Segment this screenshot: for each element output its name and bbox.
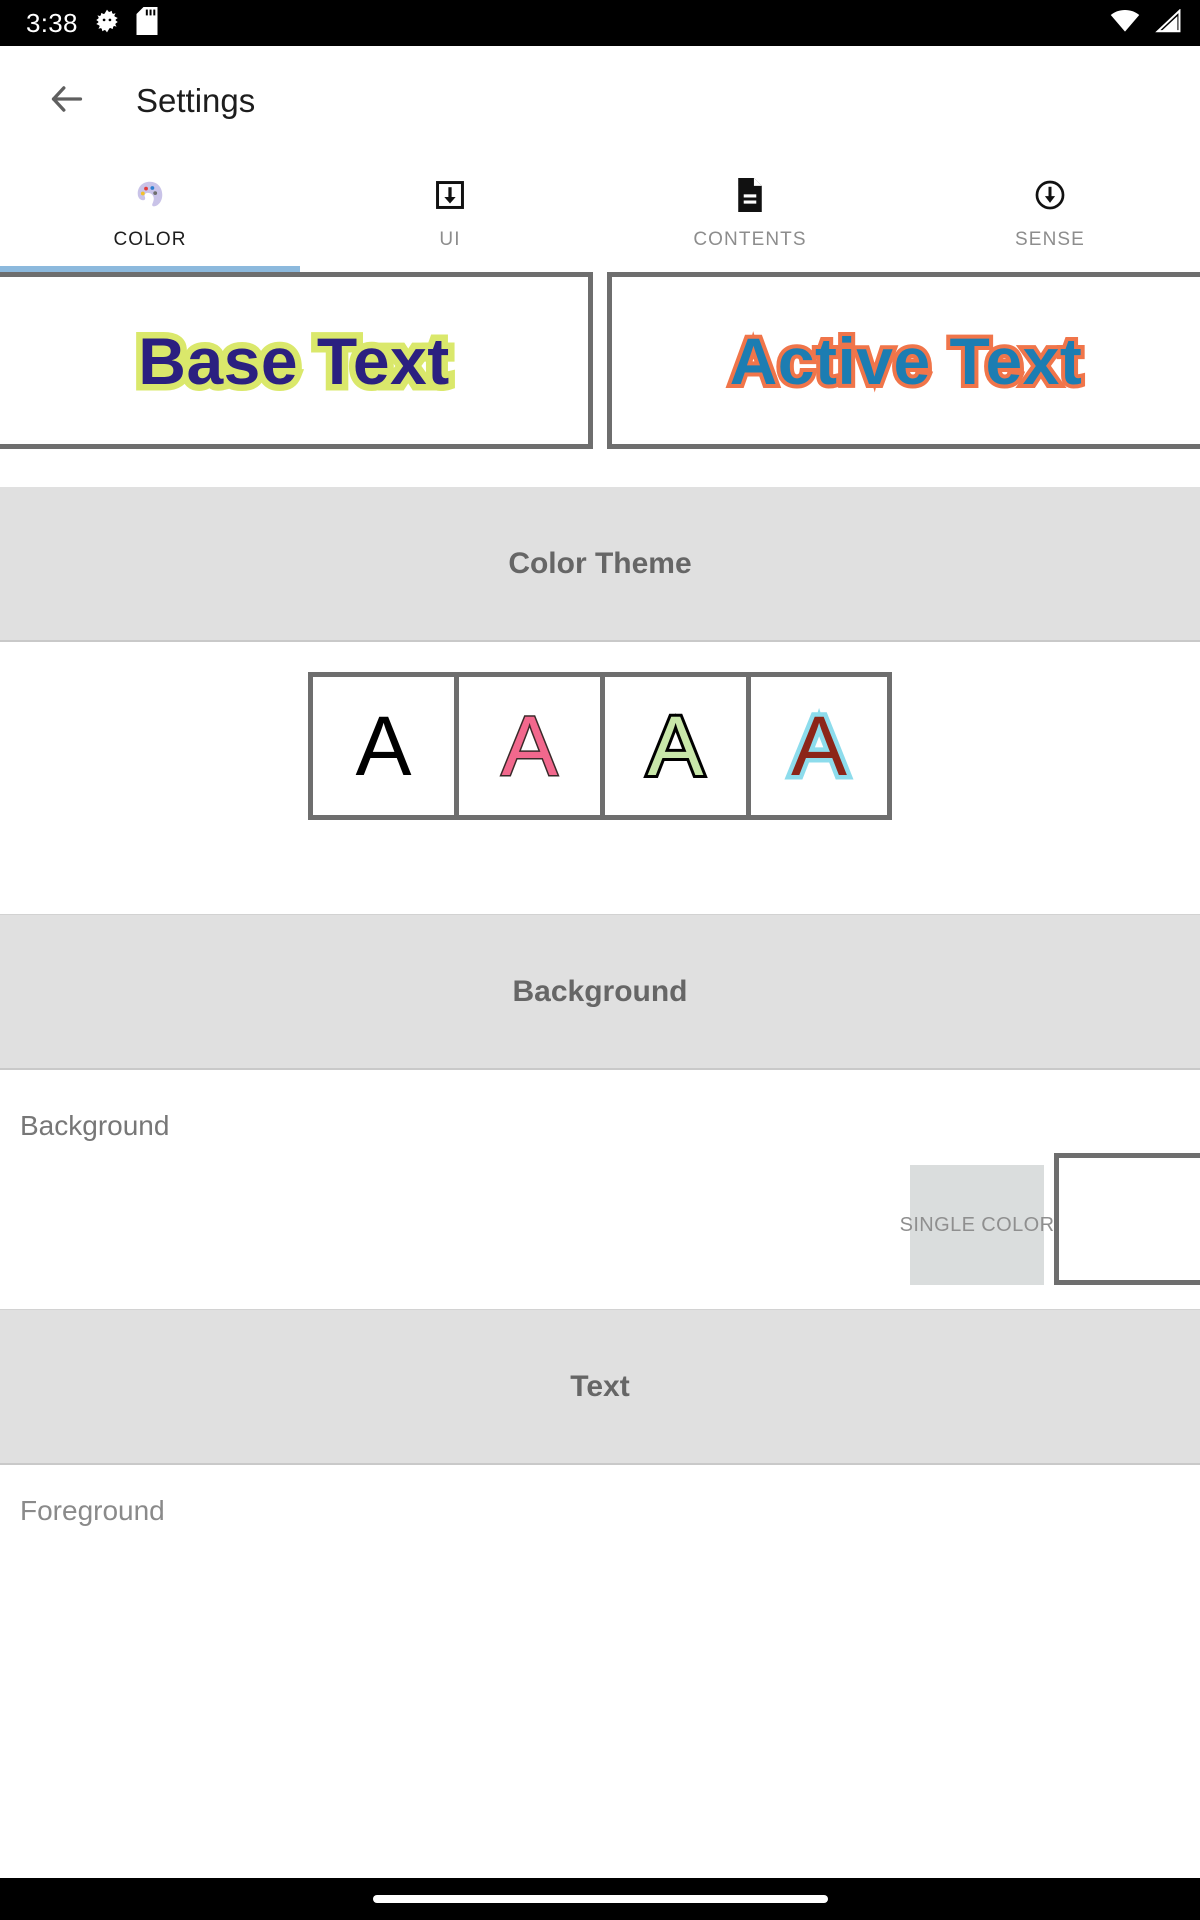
- theme-swatch-2[interactable]: A: [454, 672, 600, 820]
- preview-strip: Base Text Active Text: [0, 272, 1200, 449]
- list-item-controls: SINGLE COLOR: [900, 1153, 1200, 1285]
- palette-icon: [133, 177, 167, 213]
- box-arrow-down-icon: [433, 177, 467, 213]
- theme-swatch-1[interactable]: A: [308, 672, 454, 820]
- single-color-chip[interactable]: SINGLE COLOR: [900, 1165, 1054, 1285]
- preview-card-base[interactable]: Base Text: [0, 272, 593, 449]
- preview-card-active[interactable]: Active Text: [607, 272, 1200, 449]
- tab-bar: COLOR UI CONTENTS SENSE: [0, 156, 1200, 272]
- section-header-text: Text: [0, 1310, 1200, 1465]
- spacer-after-preview: [0, 449, 1200, 487]
- tab-active-indicator: [0, 266, 300, 272]
- page-title: Settings: [136, 82, 256, 119]
- section-header-color-theme: Color Theme: [0, 487, 1200, 642]
- sd-card-icon: [136, 6, 158, 40]
- status-bar-left: 3:38: [26, 6, 158, 40]
- list-item-foreground[interactable]: Foreground: [0, 1465, 1200, 1535]
- section-title-background: Background: [512, 974, 688, 1008]
- wifi-icon: [1110, 9, 1140, 38]
- background-color-preview[interactable]: [1054, 1153, 1200, 1285]
- section-header-background: Background: [0, 915, 1200, 1070]
- theme-swatch-letter: A: [355, 699, 412, 793]
- status-clock: 3:38: [26, 7, 78, 38]
- circle-arrow-down-icon: [1033, 177, 1067, 213]
- tab-sense[interactable]: SENSE: [900, 156, 1200, 272]
- home-gesture-pill[interactable]: [372, 1895, 828, 1903]
- status-bar-right: [1110, 7, 1182, 38]
- back-arrow-icon[interactable]: [48, 80, 86, 123]
- tab-label-contents: CONTENTS: [693, 229, 807, 250]
- tab-color[interactable]: COLOR: [0, 156, 300, 272]
- status-bar: 3:38: [0, 0, 1200, 46]
- tab-contents[interactable]: CONTENTS: [600, 156, 900, 272]
- tab-label-sense: SENSE: [1015, 229, 1085, 250]
- list-item-label: Background: [20, 1110, 170, 1141]
- section-title-color-theme: Color Theme: [508, 546, 692, 580]
- theme-swatch-letter: A: [786, 699, 851, 793]
- color-theme-swatch-row: A A A A: [0, 642, 1200, 915]
- preview-base-text: Base Text: [132, 317, 456, 404]
- preview-active-text: Active Text: [726, 320, 1086, 402]
- system-nav-bar: [0, 1878, 1200, 1920]
- theme-swatch-4[interactable]: A: [746, 672, 892, 820]
- list-item-label: Foreground: [20, 1495, 165, 1526]
- theme-swatch-3[interactable]: A: [600, 672, 746, 820]
- android-gear-icon: [94, 8, 120, 39]
- theme-swatch-letter: A: [644, 699, 706, 793]
- tab-label-ui: UI: [439, 229, 461, 250]
- section-title-text: Text: [570, 1369, 630, 1403]
- cell-signal-icon: [1154, 7, 1182, 38]
- tab-ui[interactable]: UI: [300, 156, 600, 272]
- list-item-background[interactable]: Background SINGLE COLOR: [0, 1070, 1200, 1310]
- document-icon: [734, 177, 766, 213]
- app-bar: Settings: [0, 46, 1200, 156]
- theme-swatch-letter: A: [500, 699, 559, 793]
- theme-swatches: A A A A: [308, 672, 892, 820]
- tab-label-color: COLOR: [113, 229, 187, 250]
